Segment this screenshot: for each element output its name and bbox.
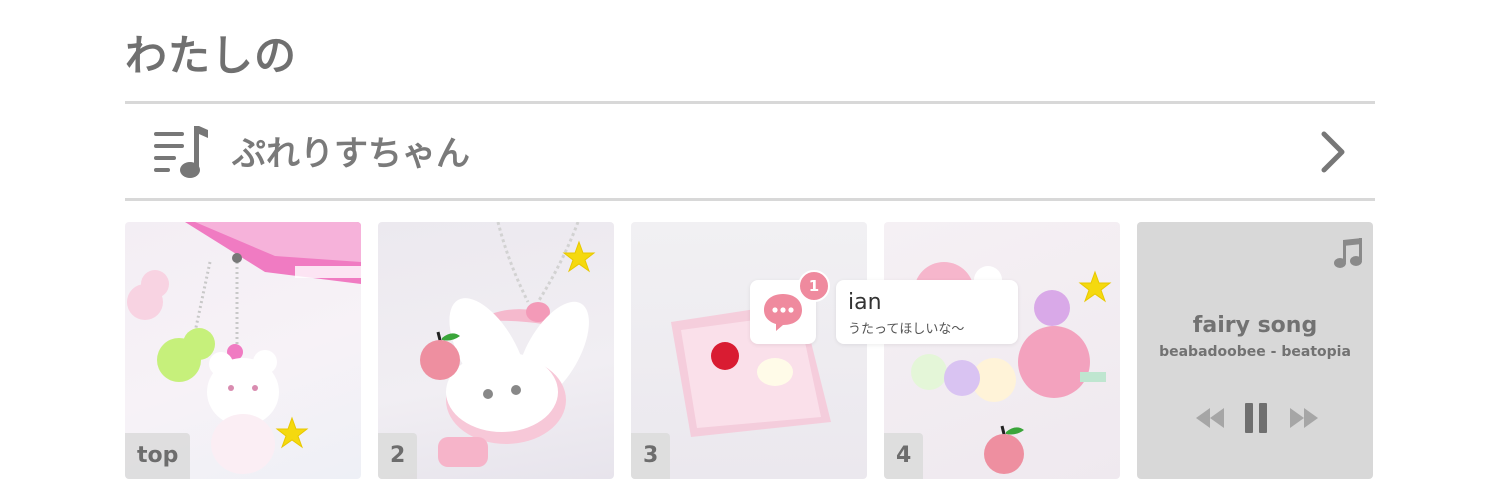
chat-bubble-icon <box>764 294 802 331</box>
photo-card-4[interactable]: 4 <box>884 222 1120 479</box>
music-note-icon <box>1334 238 1362 268</box>
card-tag: top <box>125 433 191 479</box>
apple-icon <box>984 425 1024 474</box>
now-playing-title: fairy song <box>1192 313 1318 338</box>
card-tag: 3 <box>631 433 671 479</box>
now-playing-artist: beabadoobee - beatopia <box>1159 344 1351 360</box>
message-notification[interactable]: 1 ian うたってほしいな～ <box>750 270 1018 344</box>
photo-card-3[interactable]: 3 <box>631 222 867 479</box>
chevron-right-icon[interactable] <box>1318 130 1348 174</box>
divider-bottom <box>125 198 1375 201</box>
star-icon <box>1078 270 1112 303</box>
card-tag: 2 <box>378 433 418 479</box>
page-title: わたしの <box>125 31 298 80</box>
notification-text-box: ian うたってほしいな～ <box>836 280 1018 344</box>
playlist-icon <box>154 126 208 178</box>
notification-icon-box: 1 <box>750 270 830 344</box>
apple-icon <box>420 331 460 380</box>
pause-icon[interactable] <box>1242 400 1270 436</box>
notification-sender: ian <box>848 290 882 315</box>
star-icon <box>562 240 596 273</box>
photo-card-2[interactable]: 2 <box>378 222 614 479</box>
photo-card-top[interactable]: top <box>125 222 361 479</box>
fast-forward-icon[interactable] <box>1288 400 1320 436</box>
rewind-icon[interactable] <box>1194 400 1226 436</box>
notification-message: うたってほしいな～ <box>848 322 965 337</box>
playlist-label: ぷれりすちゃん <box>232 134 470 174</box>
star-icon <box>275 416 309 449</box>
card-tag: 4 <box>884 433 924 479</box>
notification-badge: 1 <box>798 270 830 302</box>
